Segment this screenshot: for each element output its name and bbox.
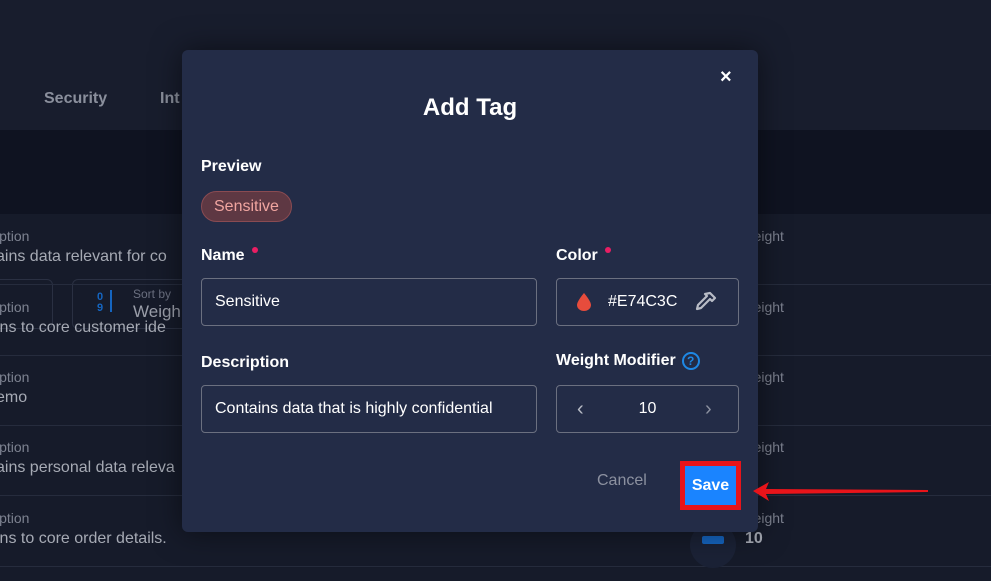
description-value: ains data relevant for co — [0, 248, 167, 265]
description-label: iption — [0, 439, 30, 455]
weight-modifier-label-text: Weight Modifier — [556, 352, 676, 370]
description-label: iption — [0, 369, 30, 385]
add-tag-dialog: × Add Tag Preview Sensitive Name Sensiti… — [182, 50, 758, 532]
description-input[interactable]: Contains data that is highly confidentia… — [201, 385, 537, 433]
color-hex-value: #E74C3C — [608, 293, 678, 310]
decrement-chevron-left-icon[interactable]: ‹ — [577, 386, 584, 432]
weight-modifier-label: Weight Modifier? — [556, 352, 700, 370]
name-input[interactable]: Sensitive — [201, 278, 537, 326]
color-input[interactable]: #E74C3C — [556, 278, 739, 326]
weight-value: 10 — [638, 400, 657, 417]
weight-stepper[interactable]: ‹ 10 › — [556, 385, 739, 433]
dialog-title: Add Tag — [422, 94, 518, 121]
increment-chevron-right-icon[interactable]: › — [705, 386, 712, 432]
tab-security[interactable]: Security — [44, 90, 107, 108]
save-button[interactable]: Save — [680, 461, 741, 510]
tab-integrations[interactable]: Int — [160, 90, 180, 108]
weight-value: 10 — [745, 530, 763, 547]
name-label: Name — [201, 247, 258, 265]
description-label: Description — [201, 354, 290, 371]
description-value: emo — [0, 389, 28, 406]
description-label: iption — [0, 510, 30, 526]
color-drop-icon — [577, 293, 591, 311]
description-value: ins to core order details. — [0, 530, 167, 547]
required-dot-icon — [251, 247, 258, 253]
preview-label: Preview — [201, 158, 262, 175]
description-label: iption — [0, 228, 30, 244]
color-label: Color — [556, 247, 611, 265]
cancel-button[interactable]: Cancel — [597, 472, 647, 490]
color-label-text: Color — [556, 247, 598, 264]
description-value: ains personal data releva — [0, 459, 175, 476]
preview-chip: Sensitive — [201, 191, 292, 222]
description-label: iption — [0, 299, 30, 315]
name-label-text: Name — [201, 247, 245, 264]
required-dot-icon — [604, 247, 611, 253]
close-icon[interactable]: × — [720, 66, 732, 89]
description-value: ins to core customer ide — [0, 319, 166, 336]
help-icon[interactable]: ? — [681, 352, 700, 370]
annotation-arrow-icon — [753, 482, 928, 501]
eyedropper-icon[interactable] — [695, 291, 717, 313]
